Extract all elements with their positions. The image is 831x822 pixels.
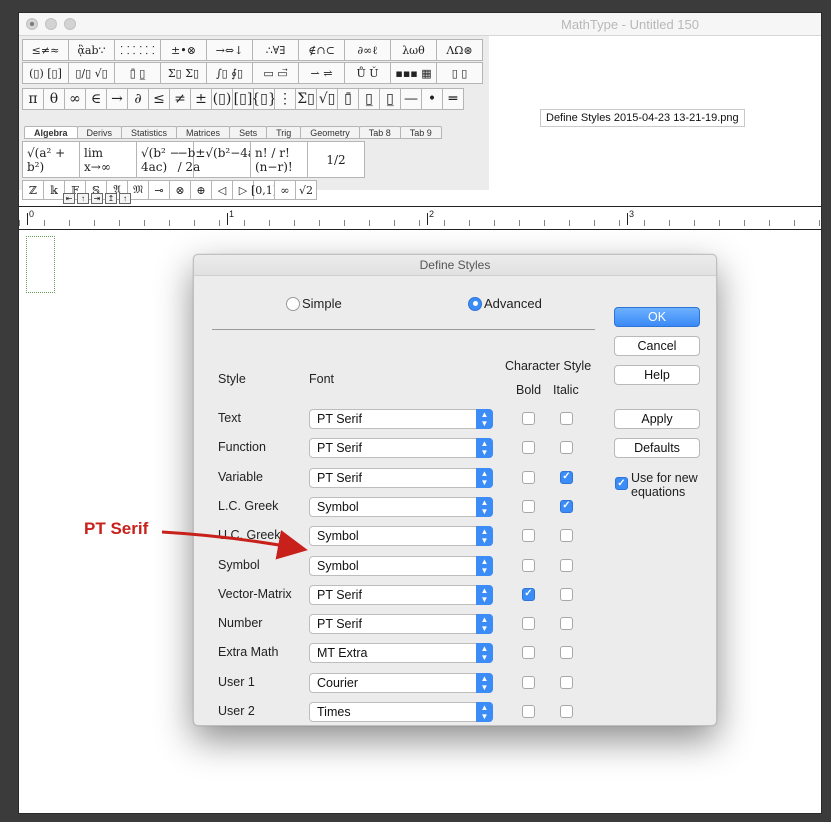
annotation-label: PT Serif [84,519,149,538]
annotation-arrow-icon [161,530,308,560]
